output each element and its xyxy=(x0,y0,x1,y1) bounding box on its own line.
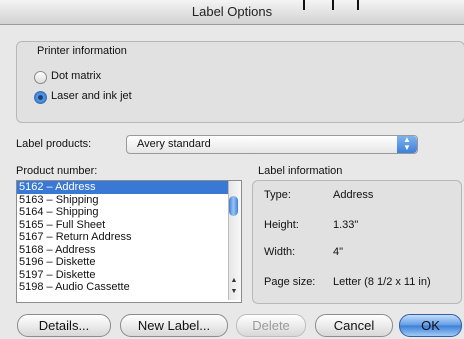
width-key: Width: xyxy=(264,246,296,258)
type-key: Type: xyxy=(264,189,291,201)
list-item[interactable]: 5163 – Shipping xyxy=(17,194,241,207)
window-title: Label Options xyxy=(191,4,273,19)
new-label-button[interactable]: New Label... xyxy=(120,314,228,337)
printer-information-legend: Printer information xyxy=(37,45,127,57)
ok-button[interactable]: OK xyxy=(399,314,462,337)
type-value: Address xyxy=(333,189,374,201)
list-item[interactable]: 5168 – Address xyxy=(17,244,241,257)
delete-button[interactable]: Delete xyxy=(236,314,306,337)
laser-ink-jet-radio[interactable] xyxy=(34,91,47,104)
dot-matrix-label[interactable]: Dot matrix xyxy=(51,70,101,82)
laser-ink-jet-label[interactable]: Laser and ink jet xyxy=(51,90,132,102)
list-item[interactable]: 5167 – Return Address xyxy=(17,231,241,244)
scroll-down-arrow-icon[interactable]: ▼ xyxy=(228,288,240,295)
label-information-legend: Label information xyxy=(258,165,343,177)
details-button[interactable]: Details... xyxy=(17,314,111,337)
scrollbar-thumb[interactable] xyxy=(229,196,238,216)
list-item[interactable]: 5164 – Shipping xyxy=(17,206,241,219)
top-mark xyxy=(357,0,359,10)
cancel-button[interactable]: Cancel xyxy=(315,314,393,337)
list-item[interactable]: 5162 – Address xyxy=(17,181,241,194)
label-products-value: Avery standard xyxy=(137,138,211,150)
product-number-list[interactable]: 5162 – Address 5163 – Shipping 5164 – Sh… xyxy=(16,180,242,303)
scroll-up-arrow-icon[interactable]: ▲ xyxy=(228,277,240,284)
page-size-value: Letter (8 1/2 x 11 in) xyxy=(333,276,431,288)
width-value: 4" xyxy=(333,246,344,258)
height-key: Height: xyxy=(264,219,299,231)
list-item[interactable]: 5165 – Full Sheet xyxy=(17,219,241,232)
list-item[interactable]: 5197 – Diskette xyxy=(17,269,241,282)
label-products-popup[interactable]: Avery standard ▲ ▼ xyxy=(126,135,418,154)
title-bar: Label Options xyxy=(0,0,464,25)
height-value: 1.33" xyxy=(333,219,359,231)
product-number-label: Product number: xyxy=(16,165,98,177)
list-item[interactable]: 5196 – Diskette xyxy=(17,256,241,269)
top-mark xyxy=(332,0,334,10)
list-item[interactable]: 5198 – Audio Cassette xyxy=(17,281,241,294)
dot-matrix-radio[interactable] xyxy=(34,71,47,84)
label-products-label: Label products: xyxy=(16,138,92,150)
top-mark xyxy=(303,0,305,10)
popup-arrows-icon: ▲ ▼ xyxy=(397,136,417,153)
page-size-key: Page size: xyxy=(264,276,316,288)
